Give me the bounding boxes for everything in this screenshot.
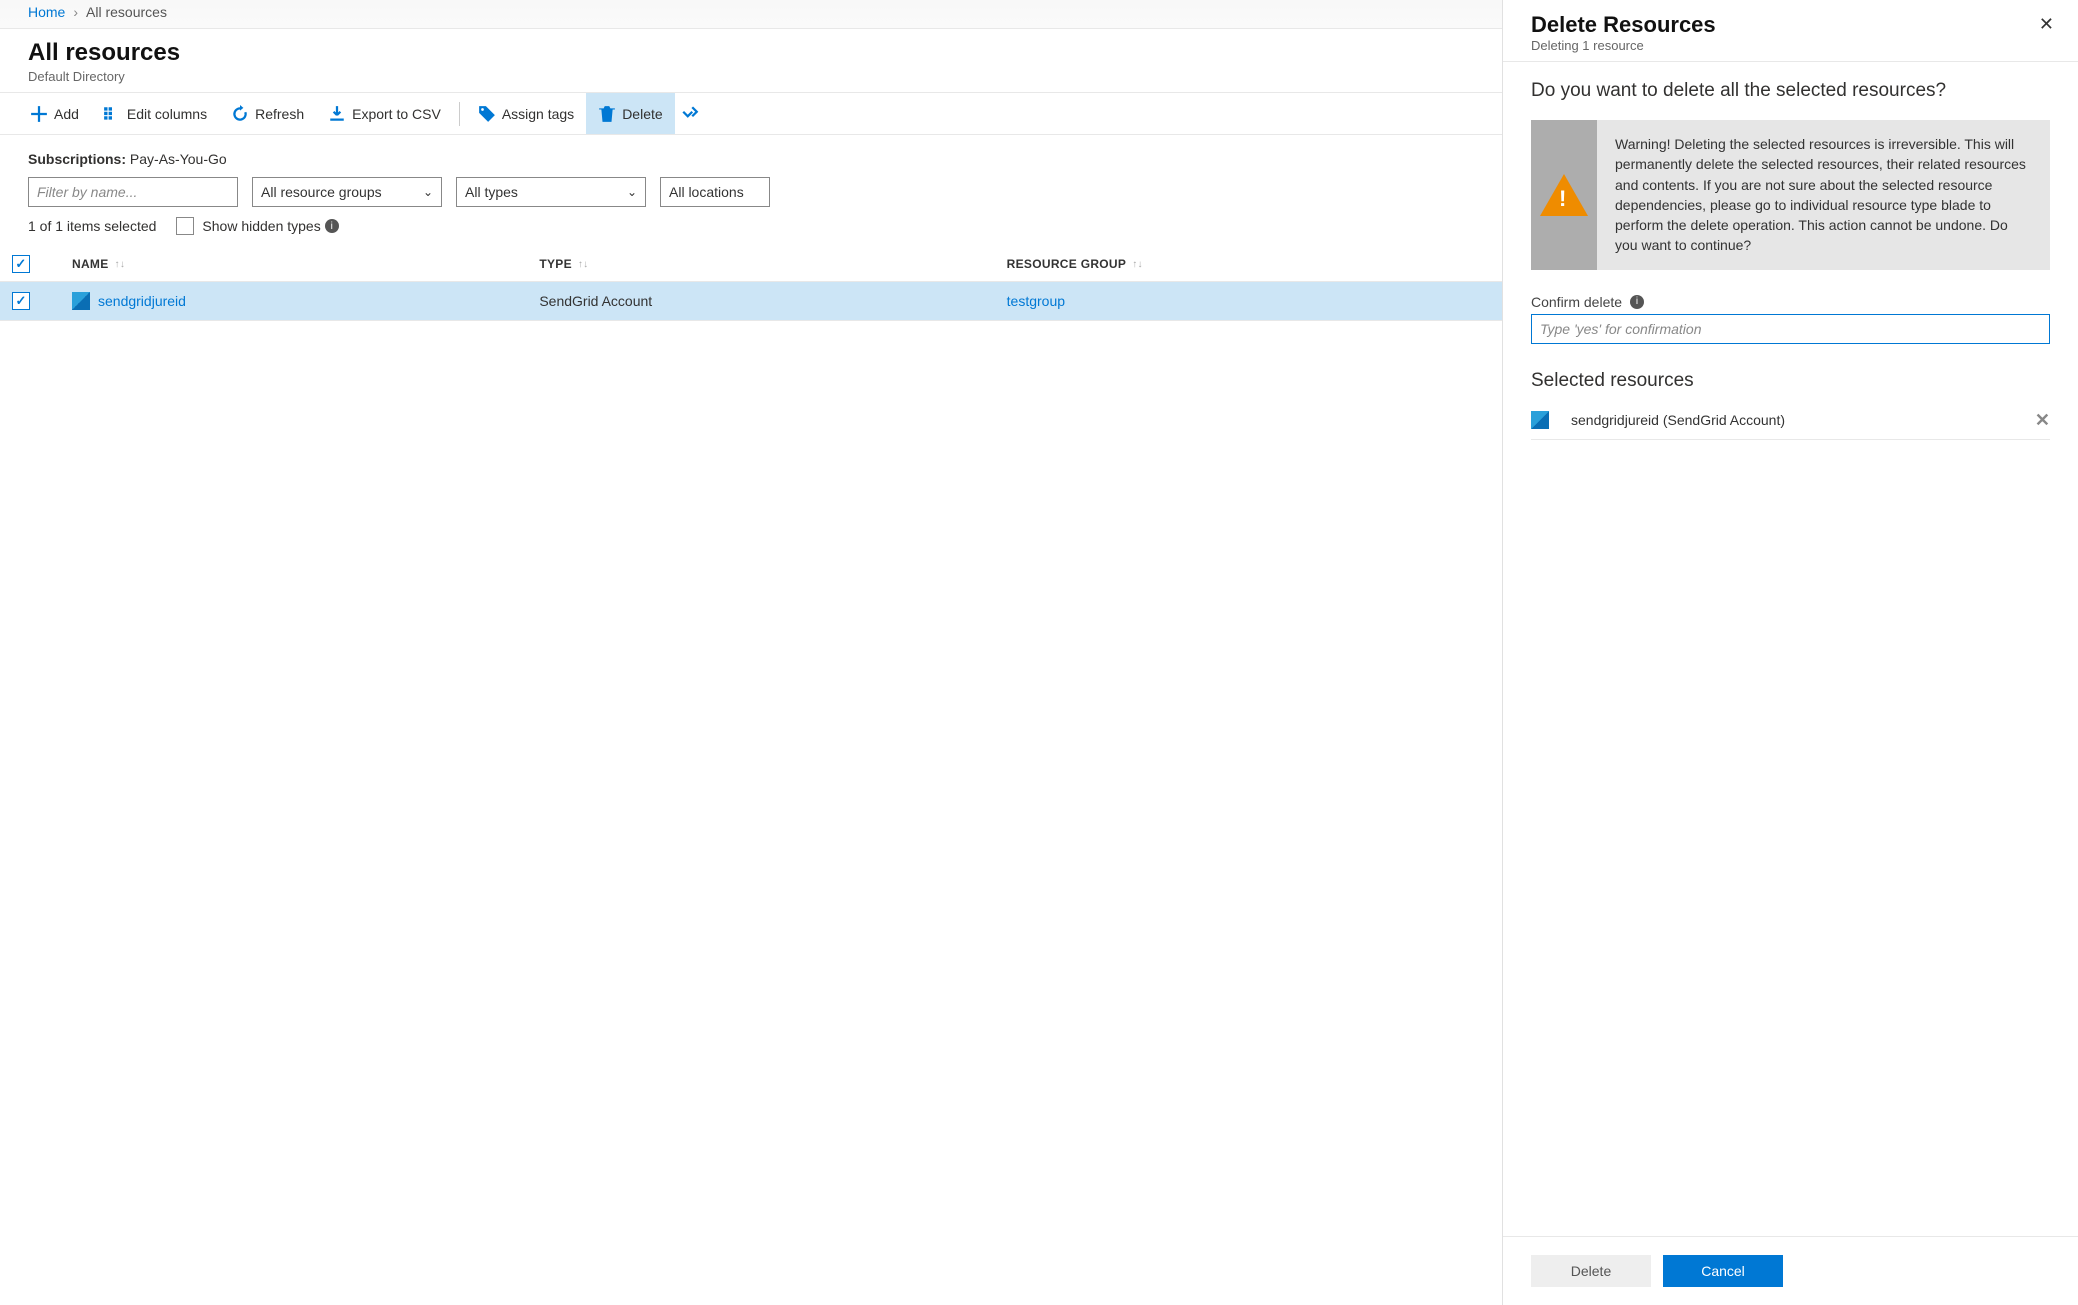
toolbar-separator bbox=[459, 102, 460, 126]
try-preview-icon bbox=[681, 105, 699, 123]
columns-icon bbox=[103, 105, 121, 123]
filter-locations-label: All locations bbox=[669, 184, 744, 200]
chevron-down-icon: ⌄ bbox=[627, 185, 637, 199]
table-row[interactable]: sendgridjureid SendGrid Account testgrou… bbox=[0, 282, 1502, 321]
page-subtitle: Default Directory bbox=[28, 69, 1474, 84]
subscriptions-line: Subscriptions: Pay-As-You-Go bbox=[28, 151, 1474, 167]
export-csv-button[interactable]: Export to CSV bbox=[316, 93, 453, 134]
cancel-button[interactable]: Cancel bbox=[1663, 1255, 1783, 1287]
trash-icon bbox=[598, 105, 616, 123]
filter-area: Subscriptions: Pay-As-You-Go All resourc… bbox=[0, 135, 1502, 217]
assign-tags-button[interactable]: Assign tags bbox=[466, 93, 586, 134]
toolbar: Add Edit columns Refresh Export to CSV bbox=[0, 93, 1502, 135]
tag-icon bbox=[478, 105, 496, 123]
main-panel: Home › All resources All resources Defau… bbox=[0, 0, 1503, 1305]
selected-resource-name: sendgridjureid (SendGrid Account) bbox=[1559, 412, 2025, 428]
resource-icon bbox=[72, 292, 90, 310]
row-checkbox[interactable] bbox=[12, 292, 30, 310]
col-resource-group[interactable]: RESOURCE GROUP ↑↓ bbox=[1007, 257, 1474, 271]
filter-resource-groups[interactable]: All resource groups ⌄ bbox=[252, 177, 442, 207]
selected-resource-item: sendgridjureid (SendGrid Account) ✕ bbox=[1531, 402, 2050, 440]
sort-icon: ↑↓ bbox=[578, 259, 589, 270]
page-header: All resources Default Directory bbox=[0, 29, 1502, 93]
export-csv-label: Export to CSV bbox=[352, 106, 441, 122]
refresh-label: Refresh bbox=[255, 106, 304, 122]
list-status: 1 of 1 items selected Show hidden types … bbox=[0, 217, 1502, 247]
confirm-delete-input[interactable] bbox=[1531, 314, 2050, 344]
filter-name-input[interactable] bbox=[28, 177, 238, 207]
delete-panel-title: Delete Resources bbox=[1531, 12, 2050, 38]
sort-icon: ↑↓ bbox=[1132, 259, 1143, 270]
table-header: NAME ↑↓ TYPE ↑↓ RESOURCE GROUP ↑↓ bbox=[0, 247, 1502, 282]
filter-types[interactable]: All types ⌄ bbox=[456, 177, 646, 207]
sort-icon: ↑↓ bbox=[115, 259, 126, 270]
add-button[interactable]: Add bbox=[18, 93, 91, 134]
delete-panel-subtitle: Deleting 1 resource bbox=[1531, 38, 2050, 53]
selected-resources-title: Selected resources bbox=[1531, 370, 2050, 392]
selected-count: 1 of 1 items selected bbox=[28, 218, 156, 234]
warning-icon-area bbox=[1531, 120, 1597, 270]
delete-question: Do you want to delete all the selected r… bbox=[1531, 80, 2050, 102]
col-name[interactable]: NAME ↑↓ bbox=[72, 257, 539, 271]
confirm-delete-button[interactable]: Delete bbox=[1531, 1255, 1651, 1287]
delete-panel-body: Do you want to delete all the selected r… bbox=[1503, 62, 2078, 1236]
show-hidden-label: Show hidden types bbox=[202, 218, 320, 234]
resource-type: SendGrid Account bbox=[539, 293, 1006, 309]
subscriptions-value: Pay-As-You-Go bbox=[130, 151, 227, 167]
resource-icon bbox=[1531, 411, 1549, 429]
refresh-icon bbox=[231, 105, 249, 123]
resource-name-link[interactable]: sendgridjureid bbox=[98, 293, 186, 309]
info-icon: i bbox=[1630, 295, 1644, 309]
delete-panel-header: Delete Resources Deleting 1 resource ✕ bbox=[1503, 0, 2078, 62]
remove-icon[interactable]: ✕ bbox=[2035, 410, 2050, 431]
breadcrumb-current: All resources bbox=[86, 4, 167, 20]
warning-box: Warning! Deleting the selected resources… bbox=[1531, 120, 2050, 270]
plus-icon bbox=[30, 105, 48, 123]
close-icon[interactable]: ✕ bbox=[2039, 14, 2054, 35]
edit-columns-label: Edit columns bbox=[127, 106, 207, 122]
show-hidden-toggle[interactable]: Show hidden types i bbox=[176, 217, 338, 235]
more-button[interactable] bbox=[675, 93, 705, 134]
warning-icon bbox=[1540, 174, 1588, 216]
filter-rg-label: All resource groups bbox=[261, 184, 382, 200]
filter-types-label: All types bbox=[465, 184, 518, 200]
warning-text: Warning! Deleting the selected resources… bbox=[1597, 120, 2050, 270]
delete-button[interactable]: Delete bbox=[586, 93, 674, 134]
delete-panel-footer: Delete Cancel bbox=[1503, 1236, 2078, 1305]
subscriptions-label: Subscriptions: bbox=[28, 151, 126, 167]
delete-panel: Delete Resources Deleting 1 resource ✕ D… bbox=[1503, 0, 2078, 1305]
col-type[interactable]: TYPE ↑↓ bbox=[539, 257, 1006, 271]
page-title: All resources bbox=[28, 39, 1474, 67]
delete-label: Delete bbox=[622, 106, 662, 122]
select-all-checkbox[interactable] bbox=[12, 255, 30, 273]
chevron-down-icon: ⌄ bbox=[423, 185, 433, 199]
download-icon bbox=[328, 105, 346, 123]
resource-group-link[interactable]: testgroup bbox=[1007, 293, 1474, 309]
breadcrumb: Home › All resources bbox=[0, 0, 1502, 29]
refresh-button[interactable]: Refresh bbox=[219, 93, 316, 134]
edit-columns-button[interactable]: Edit columns bbox=[91, 93, 219, 134]
filter-locations[interactable]: All locations bbox=[660, 177, 770, 207]
info-icon: i bbox=[325, 219, 339, 233]
resource-table: NAME ↑↓ TYPE ↑↓ RESOURCE GROUP ↑↓ sendgr… bbox=[0, 247, 1502, 321]
confirm-delete-label: Confirm delete i bbox=[1531, 294, 2050, 310]
chevron-right-icon: › bbox=[73, 4, 78, 20]
checkbox-icon bbox=[176, 217, 194, 235]
add-label: Add bbox=[54, 106, 79, 122]
breadcrumb-home[interactable]: Home bbox=[28, 4, 65, 20]
assign-tags-label: Assign tags bbox=[502, 106, 574, 122]
